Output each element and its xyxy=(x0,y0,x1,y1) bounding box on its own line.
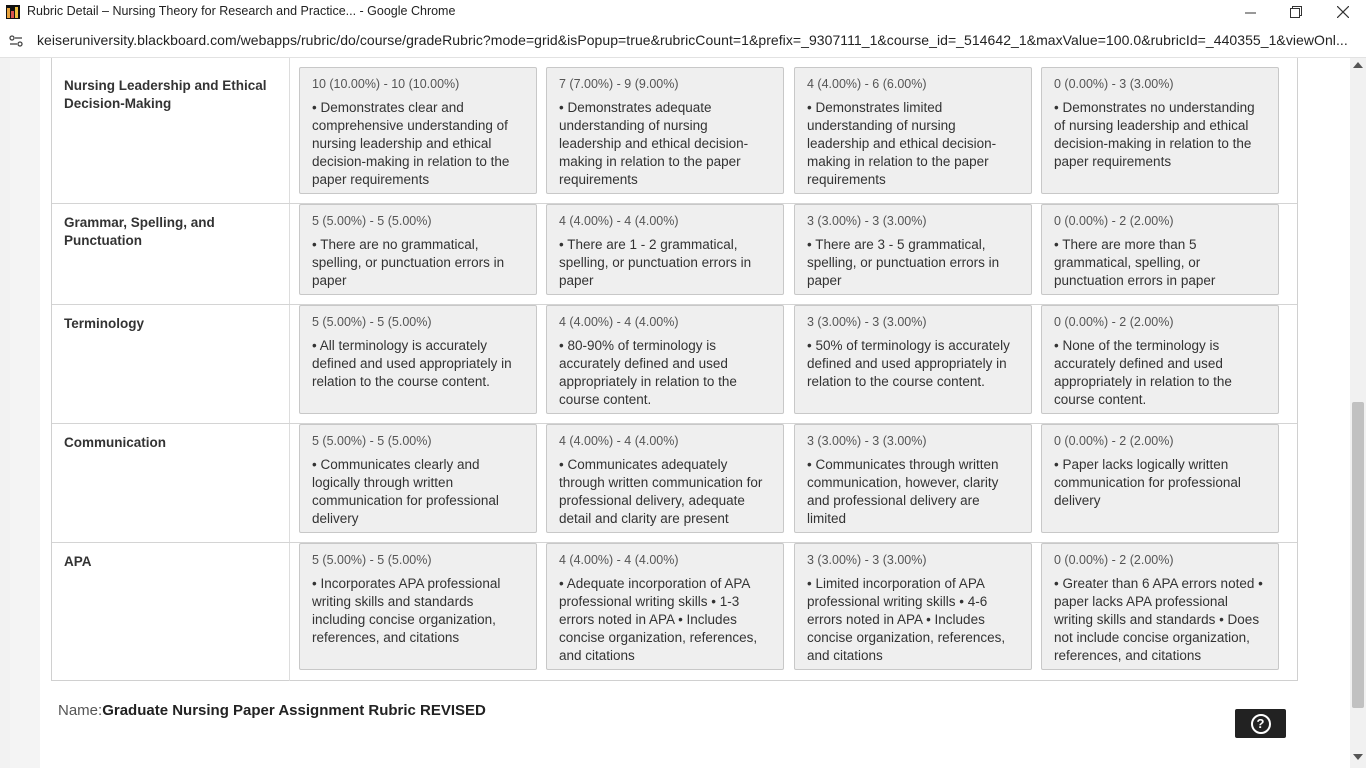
cell-description: • Limited incorporation of APA professio… xyxy=(807,576,1006,663)
cell-description: • Communicates through written communica… xyxy=(807,457,999,526)
cell-description: • Demonstrates clear and comprehensive u… xyxy=(312,100,510,187)
cell-description: • All terminology is accurately defined … xyxy=(312,338,512,389)
criterion-title: Nursing Leadership and Ethical Decision-… xyxy=(64,78,267,111)
cell-description: • Adequate incorporation of APA professi… xyxy=(559,576,758,663)
points-range: 10 (10.00%) - 10 (10.00%) xyxy=(312,77,460,91)
points-range: 4 (4.00%) - 4 (4.00%) xyxy=(559,553,679,567)
url-field[interactable]: keiseruniversity.blackboard.com/webapps/… xyxy=(37,32,1347,48)
rubric-cell: 4 (4.00%) - 4 (4.00%) • There are 1 - 2 … xyxy=(546,204,784,295)
criterion-title: Grammar, Spelling, and Punctuation xyxy=(64,215,215,248)
rubric-grid: Nursing Leadership and Ethical Decision-… xyxy=(51,58,1298,681)
cell-description: • There are more than 5 grammatical, spe… xyxy=(1054,237,1216,288)
rubric-row: Communication 5 (5.00%) - 5 (5.00%) • Co… xyxy=(52,424,1297,543)
cell-description: • Paper lacks logically written communic… xyxy=(1054,457,1241,508)
address-bar: keiseruniversity.blackboard.com/webapps/… xyxy=(0,24,1366,58)
cell-description: • None of the terminology is accurately … xyxy=(1054,338,1232,407)
rubric-cell: 0 (0.00%) - 2 (2.00%) • Paper lacks logi… xyxy=(1041,424,1279,533)
rubric-name: Name:Graduate Nursing Paper Assignment R… xyxy=(58,702,486,719)
site-info-icon[interactable] xyxy=(9,34,23,48)
points-range: 4 (4.00%) - 4 (4.00%) xyxy=(559,315,679,329)
window-titlebar: Rubric Detail – Nursing Theory for Resea… xyxy=(0,0,1366,24)
rubric-cell: 0 (0.00%) - 2 (2.00%) • Greater than 6 A… xyxy=(1041,543,1279,670)
rubric-cell: 3 (3.00%) - 3 (3.00%) • Communicates thr… xyxy=(794,424,1032,533)
rubric-cell: 10 (10.00%) - 10 (10.00%) • Demonstrates… xyxy=(299,67,537,194)
cell-description: • There are no grammatical, spelling, or… xyxy=(312,237,505,288)
help-icon: ? xyxy=(1250,713,1271,734)
scroll-up-arrow-icon[interactable] xyxy=(1353,62,1363,68)
rubric-cell: 3 (3.00%) - 3 (3.00%) • 50% of terminolo… xyxy=(794,305,1032,414)
points-range: 0 (0.00%) - 2 (2.00%) xyxy=(1054,214,1174,228)
rubric-name-label: Name: xyxy=(58,702,103,719)
cell-description: • Demonstrates limited understanding of … xyxy=(807,100,997,187)
rubric-cell: 0 (0.00%) - 2 (2.00%) • None of the term… xyxy=(1041,305,1279,414)
rubric-cell: 5 (5.00%) - 5 (5.00%) • Communicates cle… xyxy=(299,424,537,533)
rubric-cell: 7 (7.00%) - 9 (9.00%) • Demonstrates ade… xyxy=(546,67,784,194)
rubric-row: Grammar, Spelling, and Punctuation 5 (5.… xyxy=(52,204,1297,305)
rubric-row: Nursing Leadership and Ethical Decision-… xyxy=(52,58,1297,204)
window-title: Rubric Detail – Nursing Theory for Resea… xyxy=(27,4,456,18)
cell-description: • Greater than 6 APA errors noted • pape… xyxy=(1054,576,1263,663)
criterion-title: Terminology xyxy=(64,316,145,331)
points-range: 3 (3.00%) - 3 (3.00%) xyxy=(807,553,927,567)
rubric-cell: 5 (5.00%) - 5 (5.00%) • Incorporates APA… xyxy=(299,543,537,670)
help-button[interactable]: ? xyxy=(1235,709,1286,738)
points-range: 5 (5.00%) - 5 (5.00%) xyxy=(312,214,432,228)
points-range: 4 (4.00%) - 6 (6.00%) xyxy=(807,77,927,91)
rubric-cell: 4 (4.00%) - 4 (4.00%) • 80-90% of termin… xyxy=(546,305,784,414)
rubric-cell: 5 (5.00%) - 5 (5.00%) • All terminology … xyxy=(299,305,537,414)
points-range: 3 (3.00%) - 3 (3.00%) xyxy=(807,214,927,228)
points-range: 7 (7.00%) - 9 (9.00%) xyxy=(559,77,679,91)
cell-description: • Demonstrates no understanding of nursi… xyxy=(1054,100,1255,169)
rubric-cell: 3 (3.00%) - 3 (3.00%) • Limited incorpor… xyxy=(794,543,1032,670)
points-range: 4 (4.00%) - 4 (4.00%) xyxy=(559,214,679,228)
points-range: 0 (0.00%) - 3 (3.00%) xyxy=(1054,77,1174,91)
cell-description: • There are 1 - 2 grammatical, spelling,… xyxy=(559,237,752,288)
points-range: 3 (3.00%) - 3 (3.00%) xyxy=(807,434,927,448)
points-range: 3 (3.00%) - 3 (3.00%) xyxy=(807,315,927,329)
rubric-row: APA 5 (5.00%) - 5 (5.00%) • Incorporates… xyxy=(52,543,1297,681)
rubric-cell: 4 (4.00%) - 6 (6.00%) • Demonstrates lim… xyxy=(794,67,1032,194)
criterion-title: Communication xyxy=(64,435,167,450)
blackboard-favicon-icon xyxy=(6,5,20,19)
scroll-down-arrow-icon[interactable] xyxy=(1353,754,1363,760)
rubric-cell: 4 (4.00%) - 4 (4.00%) • Communicates ade… xyxy=(546,424,784,533)
points-range: 5 (5.00%) - 5 (5.00%) xyxy=(312,553,432,567)
points-range: 0 (0.00%) - 2 (2.00%) xyxy=(1054,315,1174,329)
criterion-title: APA xyxy=(64,554,92,569)
points-range: 4 (4.00%) - 4 (4.00%) xyxy=(559,434,679,448)
page-left-gutter xyxy=(10,58,40,768)
rubric-cell: 4 (4.00%) - 4 (4.00%) • Adequate incorpo… xyxy=(546,543,784,670)
cell-description: • Demonstrates adequate understanding of… xyxy=(559,100,749,187)
minimize-icon[interactable] xyxy=(1227,0,1273,24)
points-range: 0 (0.00%) - 2 (2.00%) xyxy=(1054,553,1174,567)
points-range: 5 (5.00%) - 5 (5.00%) xyxy=(312,434,432,448)
rubric-name-value: Graduate Nursing Paper Assignment Rubric… xyxy=(102,702,486,719)
cell-description: • Incorporates APA professional writing … xyxy=(312,576,501,645)
rubric-cell: 5 (5.00%) - 5 (5.00%) • There are no gra… xyxy=(299,204,537,295)
rubric-row: Terminology 5 (5.00%) - 5 (5.00%) • All … xyxy=(52,305,1297,424)
points-range: 5 (5.00%) - 5 (5.00%) xyxy=(312,315,432,329)
cell-description: • Communicates clearly and logically thr… xyxy=(312,457,499,526)
rubric-cell: 0 (0.00%) - 2 (2.00%) • There are more t… xyxy=(1041,204,1279,295)
cell-description: • There are 3 - 5 grammatical, spelling,… xyxy=(807,237,1000,288)
restore-icon[interactable] xyxy=(1273,0,1319,24)
rubric-cell: 3 (3.00%) - 3 (3.00%) • There are 3 - 5 … xyxy=(794,204,1032,295)
close-icon[interactable] xyxy=(1320,0,1366,24)
page-viewport: Nursing Leadership and Ethical Decision-… xyxy=(0,58,1366,768)
cell-description: • 80-90% of terminology is accurately de… xyxy=(559,338,737,407)
points-range: 0 (0.00%) - 2 (2.00%) xyxy=(1054,434,1174,448)
cell-description: • 50% of terminology is accurately defin… xyxy=(807,338,1010,389)
vertical-scrollbar[interactable] xyxy=(1350,58,1366,768)
rubric-cell: 0 (0.00%) - 3 (3.00%) • Demonstrates no … xyxy=(1041,67,1279,194)
cell-description: • Communicates adequately through writte… xyxy=(559,457,763,526)
scrollbar-thumb[interactable] xyxy=(1352,402,1364,708)
